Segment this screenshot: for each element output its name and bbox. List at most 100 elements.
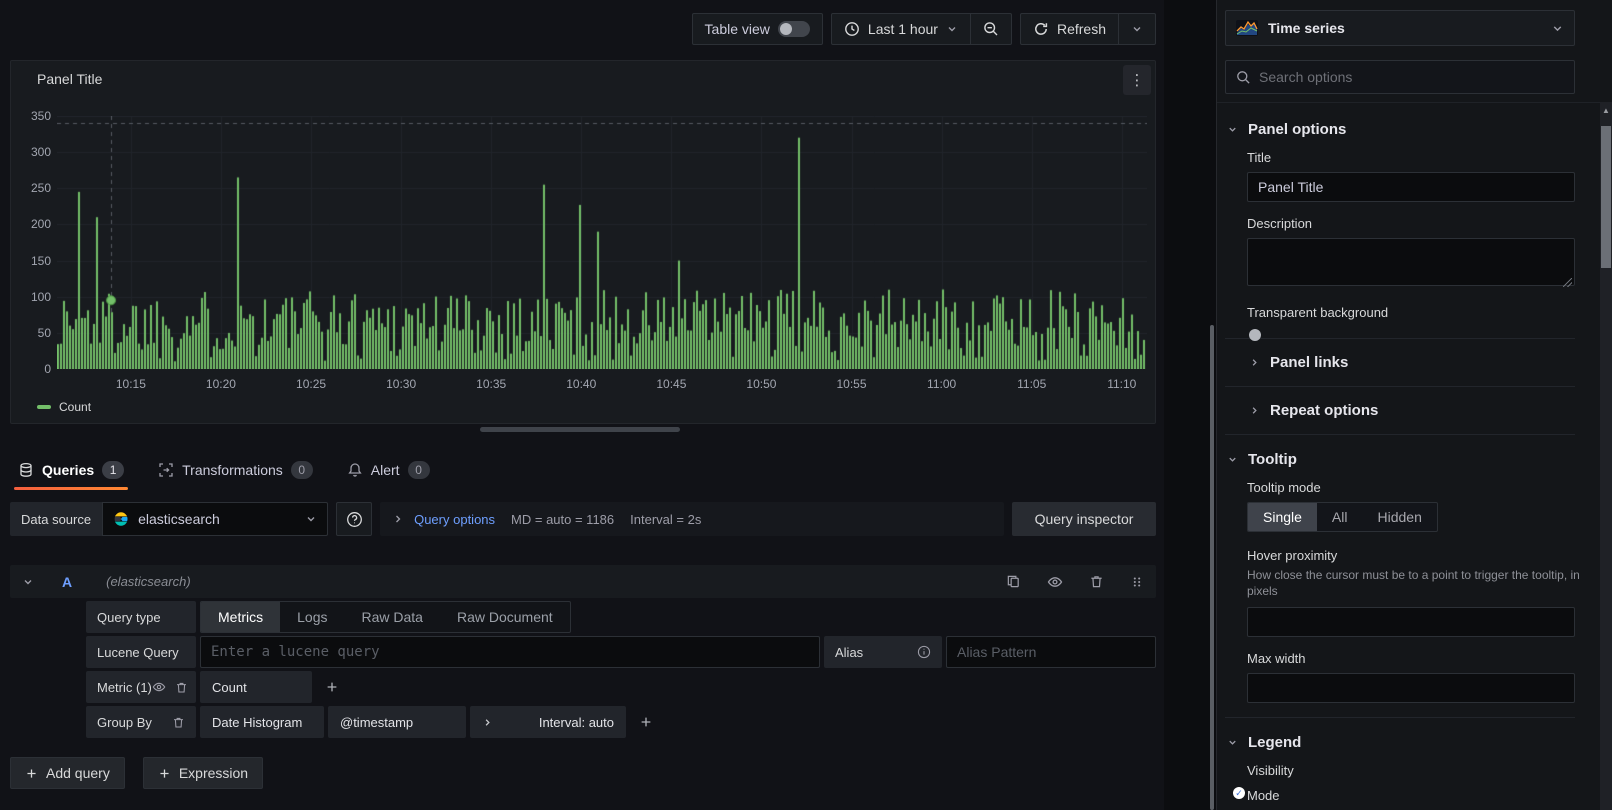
query-options-md-stat: MD = auto = 1186 (511, 512, 614, 527)
y-tick-label: 200 (13, 217, 51, 231)
tab-alert[interactable]: Alert 0 (347, 450, 430, 490)
datasource-value: elasticsearch (138, 511, 296, 527)
legend-visibility-label: Visibility (1247, 763, 1575, 778)
tooltip-mode-single[interactable]: Single (1248, 503, 1317, 531)
drag-handle-icon[interactable] (1130, 575, 1144, 589)
legend-swatch (37, 405, 51, 409)
zoom-out-button[interactable] (970, 14, 1011, 44)
repeat-options-label: Repeat options (1270, 402, 1378, 419)
elasticsearch-logo-icon (113, 511, 129, 527)
main-column: Table view Last 1 hour (0, 0, 1164, 810)
sidebar-scrollbar[interactable]: ▲ (1600, 102, 1612, 810)
scrollbar-up-arrow[interactable]: ▲ (1600, 104, 1612, 116)
add-metric-button[interactable] (316, 671, 348, 703)
delete-query-trash-icon[interactable] (1089, 574, 1104, 589)
alias-pattern-input[interactable] (946, 636, 1156, 668)
tooltip-mode-hidden[interactable]: Hidden (1362, 503, 1436, 531)
pane-scrollbar-thumb[interactable] (1210, 325, 1214, 810)
chevron-down-icon[interactable] (22, 576, 34, 588)
lucene-query-input[interactable] (200, 636, 820, 668)
search-icon (1236, 70, 1251, 85)
chevron-right-icon (482, 717, 493, 728)
info-circle-icon[interactable] (917, 645, 931, 659)
tab-queries[interactable]: Queries 1 (18, 450, 124, 490)
lucene-query-row: Lucene Query Alias (86, 636, 1156, 668)
add-group-by-button[interactable] (630, 706, 662, 738)
edit-pane-tabs: Queries 1 Transformations 0 Alert 0 (18, 450, 430, 490)
panel-menu-button[interactable]: ⋮ (1123, 65, 1151, 95)
hide-query-eye-icon[interactable] (1047, 574, 1063, 590)
query-options-bar[interactable]: Query options MD = auto = 1186 Interval … (380, 502, 1004, 536)
options-pane: Panel options Title Description Transpar… (1217, 102, 1601, 810)
interval-value: Interval: auto (539, 715, 614, 730)
datasource-help-button[interactable] (336, 502, 372, 536)
datasource-select[interactable]: elasticsearch (102, 502, 328, 536)
query-row-header[interactable]: A (elasticsearch) (10, 565, 1156, 598)
metric-delete-trash-icon[interactable] (175, 680, 188, 694)
query-type-raw-document[interactable]: Raw Document (440, 602, 570, 632)
panel-description-textarea[interactable] (1247, 238, 1575, 286)
group-by-type-chip[interactable]: Date Histogram (200, 706, 324, 738)
hover-proximity-label: Hover proximity (1247, 548, 1575, 563)
visualization-picker[interactable]: Time series (1225, 10, 1575, 46)
query-type-raw-data[interactable]: Raw Data (344, 602, 439, 632)
tab-label: Transformations (182, 462, 283, 478)
group-by-field-chip[interactable]: @timestamp (328, 706, 466, 738)
query-type-metrics[interactable]: Metrics (201, 602, 280, 632)
top-toolbar: Table view Last 1 hour (0, 0, 1164, 58)
x-tick-label: 10:40 (566, 377, 596, 391)
metric-label: Metric (1) (97, 680, 152, 695)
metric-label-box: Metric (1) (86, 671, 196, 703)
group-by-delete-trash-icon[interactable] (172, 716, 185, 729)
time-series-viz-icon (1236, 20, 1258, 36)
options-search-input[interactable] (1259, 69, 1564, 85)
panel-links-collapsed-section[interactable]: Panel links (1225, 343, 1575, 382)
group-by-label: Group By (97, 715, 152, 730)
max-width-input[interactable] (1247, 673, 1575, 703)
panel-options-section-header[interactable]: Panel options (1225, 115, 1575, 148)
sidebar-scrollbar-thumb[interactable] (1601, 126, 1611, 268)
group-by-label-box: Group By (86, 706, 196, 738)
group-by-row: Group By Date Histogram @timestamp Inter… (86, 706, 1156, 738)
table-view-toggle-group[interactable]: Table view (693, 14, 822, 44)
textarea-resize-grip[interactable] (1563, 278, 1572, 287)
table-view-toggle[interactable] (778, 21, 810, 37)
query-type-row: Query type Metrics Logs Raw Data Raw Doc… (86, 601, 1156, 633)
time-range-label: Last 1 hour (868, 21, 938, 37)
tab-transformations[interactable]: Transformations 0 (158, 450, 313, 490)
legend-section-title: Legend (1248, 734, 1301, 751)
query-editor-card: A (elasticsearch) Query type Metrics Log… (10, 565, 1156, 738)
repeat-options-collapsed-section[interactable]: Repeat options (1225, 391, 1575, 430)
legend-item-count[interactable]: Count (37, 400, 91, 414)
hover-proximity-input[interactable] (1247, 607, 1575, 637)
panel-options-section-title: Panel options (1248, 121, 1346, 138)
refresh-button[interactable]: Refresh (1021, 14, 1118, 44)
y-tick-label: 250 (13, 181, 51, 195)
legend-label: Count (59, 400, 91, 414)
divider (1225, 386, 1575, 387)
legend-section-header[interactable]: Legend (1225, 728, 1575, 761)
add-query-button[interactable]: Add query (10, 757, 125, 789)
pane-splitter[interactable] (1164, 0, 1216, 810)
expression-button[interactable]: Expression (143, 757, 263, 789)
refresh-interval-dropdown[interactable] (1118, 14, 1155, 44)
tooltip-section-header[interactable]: Tooltip (1225, 445, 1575, 478)
time-series-chart[interactable] (57, 116, 1147, 369)
query-type-logs[interactable]: Logs (280, 602, 344, 632)
panel-resize-handle[interactable] (480, 427, 680, 432)
duplicate-query-icon[interactable] (1006, 574, 1021, 589)
interval-settings-chip[interactable]: Interval: auto (470, 706, 626, 738)
metric-visibility-eye-icon[interactable] (152, 680, 166, 694)
query-ref-id[interactable]: A (62, 574, 72, 590)
tooltip-mode-all[interactable]: All (1317, 503, 1363, 531)
panel-title-input[interactable] (1247, 172, 1575, 202)
description-field-label: Description (1247, 216, 1575, 231)
alias-label: Alias (835, 645, 863, 660)
transform-icon (158, 462, 174, 478)
time-range-button[interactable]: Last 1 hour (832, 14, 970, 44)
query-inspector-button[interactable]: Query inspector (1012, 502, 1156, 536)
tooltip-section-title: Tooltip (1248, 451, 1297, 468)
query-type-label: Query type (86, 601, 196, 633)
max-width-label: Max width (1247, 651, 1575, 666)
metric-value-chip[interactable]: Count (200, 671, 312, 703)
